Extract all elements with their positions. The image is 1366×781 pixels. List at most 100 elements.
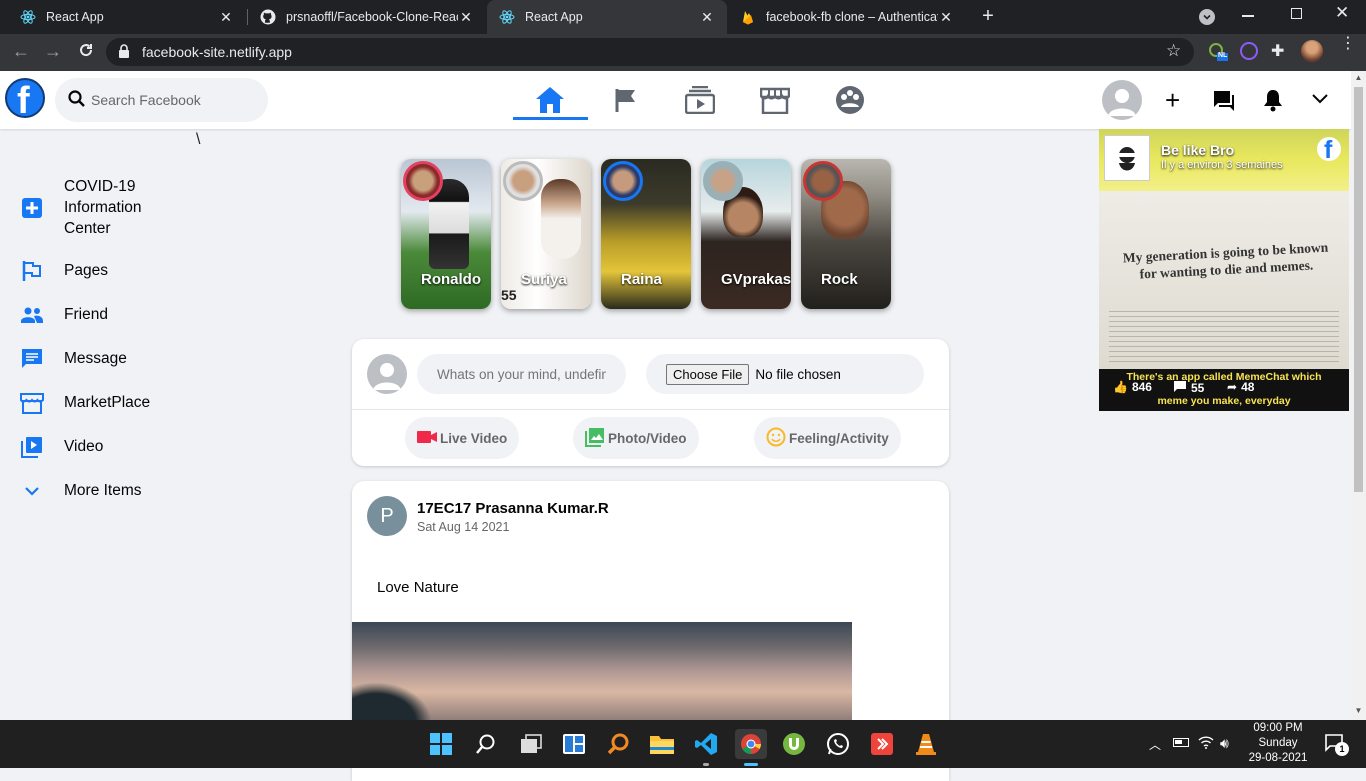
browser-tab[interactable]: facebook-fb clone – Authenticati ✕ xyxy=(728,0,966,34)
ad-comment-count[interactable]: 55 xyxy=(1173,380,1204,395)
account-menu-chevron-icon[interactable] xyxy=(1311,91,1329,110)
choose-file-button[interactable]: Choose File xyxy=(666,363,750,385)
sidebar-item-label: Friend xyxy=(64,306,108,323)
search-input[interactable]: Search Facebook xyxy=(91,92,201,108)
scroll-down-arrow-icon[interactable]: ▼ xyxy=(1353,706,1364,716)
scrollbar-thumb[interactable] xyxy=(1354,87,1363,492)
extension-icon[interactable]: NL xyxy=(1208,42,1228,62)
watch-icon[interactable] xyxy=(683,83,717,117)
close-window-button[interactable]: ✕ xyxy=(1335,3,1349,23)
people-icon xyxy=(20,303,44,327)
story-name: Rock xyxy=(821,271,858,288)
story-card[interactable]: 55 Suriya xyxy=(501,159,591,309)
bookmark-star-icon[interactable]: ☆ xyxy=(1166,41,1181,61)
close-tab-icon[interactable]: ✕ xyxy=(938,9,954,26)
facebook-logo-icon[interactable]: f xyxy=(5,78,45,118)
wifi-icon[interactable] xyxy=(1198,735,1214,752)
action-label: Live Video xyxy=(440,430,508,446)
story-card[interactable]: Raina xyxy=(601,159,691,309)
user-avatar[interactable] xyxy=(1102,80,1142,120)
forward-icon[interactable]: → xyxy=(44,41,62,62)
tab-search-icon[interactable] xyxy=(1199,9,1215,25)
extensions-puzzle-icon[interactable]: ✚ xyxy=(1271,41,1284,61)
sidebar-item-covid[interactable]: COVID-19 Information Center xyxy=(20,176,164,239)
close-tab-icon[interactable]: ✕ xyxy=(699,9,715,26)
notification-center-icon[interactable]: 1 xyxy=(1325,734,1349,757)
story-card[interactable]: Rock xyxy=(801,159,891,309)
mastodon-extension-icon[interactable] xyxy=(1240,42,1258,60)
scroll-up-arrow-icon[interactable]: ▲ xyxy=(1353,73,1364,83)
story-card[interactable]: Ronaldo xyxy=(401,159,491,309)
browser-tab[interactable]: prsnaoffl/Facebook-Clone-React ✕ xyxy=(248,0,486,34)
widgets-icon[interactable] xyxy=(559,729,589,759)
tray-overflow-chevron-icon[interactable]: ︿ xyxy=(1149,736,1161,753)
reload-icon[interactable] xyxy=(77,41,95,64)
system-clock[interactable]: 09:00 PM Sunday 29-08-2021 xyxy=(1244,721,1312,766)
photo-video-button[interactable]: Photo/Video xyxy=(573,417,699,459)
newspaper-text-lines xyxy=(1109,311,1339,366)
new-tab-button[interactable]: + xyxy=(977,5,999,27)
tab-title: React App xyxy=(525,10,583,24)
vlc-icon[interactable] xyxy=(911,729,941,759)
restore-button[interactable] xyxy=(1291,8,1302,19)
anydesk-icon[interactable] xyxy=(867,729,897,759)
marketplace-icon[interactable] xyxy=(758,83,792,117)
sidebar-item-video[interactable]: Video xyxy=(20,435,103,459)
windows-start-icon[interactable] xyxy=(426,729,456,759)
tree-silhouette xyxy=(352,682,432,722)
close-tab-icon[interactable]: ✕ xyxy=(458,9,474,26)
task-view-icon[interactable] xyxy=(516,729,546,759)
file-picker[interactable]: Choose File No file chosen xyxy=(646,354,924,394)
add-icon[interactable]: + xyxy=(1165,87,1180,113)
firebase-icon xyxy=(740,9,756,25)
facebook-header: f Search Facebook + xyxy=(0,71,1351,129)
sidebar-item-pages[interactable]: Pages xyxy=(20,259,108,283)
address-bar[interactable]: facebook-site.netlify.app ☆ xyxy=(106,38,1194,66)
utorrent-icon[interactable] xyxy=(779,729,809,759)
battery-icon[interactable] xyxy=(1173,738,1189,747)
profile-avatar[interactable] xyxy=(1301,40,1323,62)
notifications-icon[interactable] xyxy=(1261,88,1285,117)
share-icon: ➦ xyxy=(1227,380,1238,394)
feeling-activity-button[interactable]: Feeling/Activity xyxy=(754,417,901,459)
back-icon[interactable]: ← xyxy=(12,41,30,62)
post-avatar[interactable]: P xyxy=(367,496,407,536)
messenger-icon[interactable] xyxy=(1212,89,1236,118)
sidebar-item-message[interactable]: Message xyxy=(20,347,127,371)
search-icon[interactable] xyxy=(471,729,501,759)
live-video-button[interactable]: Live Video xyxy=(405,417,520,459)
notification-count-badge: 1 xyxy=(1335,742,1349,756)
close-tab-icon[interactable]: ✕ xyxy=(218,9,234,26)
facebook-icon[interactable]: f xyxy=(1317,137,1341,161)
video-library-icon xyxy=(20,435,44,459)
ad-like-count[interactable]: 👍 846 xyxy=(1113,380,1152,394)
home-icon[interactable] xyxy=(533,83,567,117)
flag-icon[interactable] xyxy=(609,83,643,117)
sidebar-item-marketplace[interactable]: MarketPlace xyxy=(20,391,150,415)
windows-taskbar: ︿ 🔊︎ 09:00 PM Sunday 29-08-2021 1 xyxy=(0,720,1366,768)
ad-share-count[interactable]: ➦ 48 xyxy=(1227,380,1254,394)
sidebar-item-friend[interactable]: Friend xyxy=(20,303,108,327)
chrome-icon[interactable] xyxy=(735,729,767,759)
minimize-button[interactable] xyxy=(1242,15,1254,17)
ad-page-name[interactable]: Be like Bro xyxy=(1161,142,1234,158)
sidebar-item-more[interactable]: More Items xyxy=(20,479,142,503)
whatsapp-icon[interactable] xyxy=(823,729,853,759)
browser-tab-active[interactable]: React App ✕ xyxy=(487,0,727,34)
search-box[interactable]: Search Facebook xyxy=(55,78,268,122)
page-scrollbar[interactable]: ▲ ▼ xyxy=(1351,71,1366,720)
browser-tab[interactable]: React App ✕ xyxy=(8,0,246,34)
vscode-icon[interactable] xyxy=(691,729,721,759)
groups-icon[interactable] xyxy=(833,83,867,117)
volume-icon[interactable]: 🔊︎ xyxy=(1220,735,1229,752)
browser-menu-icon[interactable]: ⋮ xyxy=(1340,36,1356,52)
magnifier-app-icon[interactable] xyxy=(603,729,633,759)
story-card[interactable]: GVprakash xyxy=(701,159,791,309)
sidebar-item-label: MarketPlace xyxy=(64,394,151,411)
story-name: Raina xyxy=(621,271,662,288)
composer-input[interactable] xyxy=(417,354,626,394)
file-explorer-icon[interactable] xyxy=(647,729,677,759)
post-author[interactable]: 17EC17 Prasanna Kumar.R xyxy=(417,500,609,517)
sponsored-video[interactable]: Be like Bro Il y a environ 3 semaines f … xyxy=(1099,129,1349,411)
story-avatar xyxy=(703,161,743,201)
